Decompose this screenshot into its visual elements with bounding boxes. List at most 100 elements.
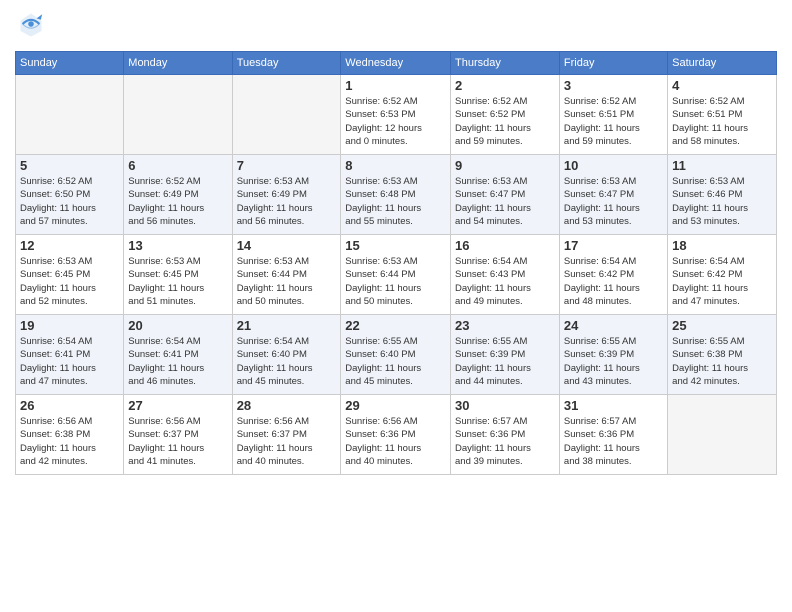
weekday-header: Sunday — [16, 52, 124, 75]
calendar-day-cell: 21 Sunrise: 6:54 AM Sunset: 6:40 PM Dayli… — [232, 315, 341, 395]
day-number: 25 — [672, 318, 772, 333]
day-info: Sunrise: 6:53 AM Sunset: 6:45 PM Dayligh… — [20, 255, 119, 308]
day-number: 14 — [237, 238, 337, 253]
calendar-day-cell: 17Sunrise: 6:54 AM Sunset: 6:42 PM Dayli… — [559, 235, 667, 315]
calendar-week-row: 1Sunrise: 6:52 AM Sunset: 6:53 PM Daylig… — [16, 75, 777, 155]
day-number: 12 — [20, 238, 119, 253]
weekday-header: Thursday — [451, 52, 560, 75]
day-info: Sunrise: 6:52 AM Sunset: 6:49 PM Dayligh… — [128, 175, 227, 228]
calendar-day-cell: 14 Sunrise: 6:53 AM Sunset: 6:44 PM Dayli… — [232, 235, 341, 315]
weekday-header: Wednesday — [341, 52, 451, 75]
day-number: 27 — [128, 398, 227, 413]
calendar-day-cell: 5 Sunrise: 6:52 AM Sunset: 6:50 PM Daylig… — [16, 155, 124, 235]
logo-icon — [17, 10, 45, 38]
day-number: 21 — [237, 318, 337, 333]
day-info: Sunrise: 6:56 AM Sunset: 6:37 PM Dayligh… — [237, 415, 337, 468]
day-info: Sunrise: 6:53 AM Sunset: 6:47 PM Dayligh… — [564, 175, 663, 228]
day-info: Sunrise: 6:57 AM Sunset: 6:36 PM Dayligh… — [455, 415, 555, 468]
day-info: Sunrise: 6:57 AM Sunset: 6:36 PM Dayligh… — [564, 415, 663, 468]
calendar-day-cell: 29Sunrise: 6:56 AM Sunset: 6:36 PM Dayli… — [341, 395, 451, 475]
calendar-day-cell: 27 Sunrise: 6:56 AM Sunset: 6:37 PM Dayli… — [124, 395, 232, 475]
day-number: 22 — [345, 318, 446, 333]
calendar-day-cell: 2Sunrise: 6:52 AM Sunset: 6:52 PM Daylig… — [451, 75, 560, 155]
calendar-day-cell — [16, 75, 124, 155]
day-info: Sunrise: 6:52 AM Sunset: 6:51 PM Dayligh… — [672, 95, 772, 148]
calendar-day-cell — [124, 75, 232, 155]
day-number: 4 — [672, 78, 772, 93]
calendar-day-cell: 8 Sunrise: 6:53 AM Sunset: 6:48 PM Daylig… — [341, 155, 451, 235]
calendar-table: SundayMondayTuesdayWednesdayThursdayFrid… — [15, 51, 777, 475]
day-number: 20 — [128, 318, 227, 333]
day-info: Sunrise: 6:53 AM Sunset: 6:44 PM Dayligh… — [345, 255, 446, 308]
calendar-week-row: 26 Sunrise: 6:56 AM Sunset: 6:38 PM Dayli… — [16, 395, 777, 475]
calendar-day-cell: 25 Sunrise: 6:55 AM Sunset: 6:38 PM Dayli… — [668, 315, 777, 395]
day-number: 28 — [237, 398, 337, 413]
weekday-header: Monday — [124, 52, 232, 75]
calendar-day-cell: 13 Sunrise: 6:53 AM Sunset: 6:45 PM Dayli… — [124, 235, 232, 315]
calendar-day-cell: 11 Sunrise: 6:53 AM Sunset: 6:46 PM Dayli… — [668, 155, 777, 235]
calendar-day-cell: 1Sunrise: 6:52 AM Sunset: 6:53 PM Daylig… — [341, 75, 451, 155]
day-number: 10 — [564, 158, 663, 173]
day-number: 29 — [345, 398, 446, 413]
day-number: 23 — [455, 318, 555, 333]
day-number: 26 — [20, 398, 119, 413]
day-info: Sunrise: 6:55 AM Sunset: 6:38 PM Dayligh… — [672, 335, 772, 388]
day-number: 8 — [345, 158, 446, 173]
calendar-header-row: SundayMondayTuesdayWednesdayThursdayFrid… — [16, 52, 777, 75]
calendar-day-cell: 23Sunrise: 6:55 AM Sunset: 6:39 PM Dayli… — [451, 315, 560, 395]
day-number: 11 — [672, 158, 772, 173]
calendar-day-cell: 24 Sunrise: 6:55 AM Sunset: 6:39 PM Dayli… — [559, 315, 667, 395]
day-number: 24 — [564, 318, 663, 333]
calendar-day-cell: 31 Sunrise: 6:57 AM Sunset: 6:36 PM Dayli… — [559, 395, 667, 475]
day-number: 13 — [128, 238, 227, 253]
calendar-day-cell: 7 Sunrise: 6:53 AM Sunset: 6:49 PM Daylig… — [232, 155, 341, 235]
calendar-week-row: 5 Sunrise: 6:52 AM Sunset: 6:50 PM Daylig… — [16, 155, 777, 235]
day-info: Sunrise: 6:55 AM Sunset: 6:40 PM Dayligh… — [345, 335, 446, 388]
weekday-header: Saturday — [668, 52, 777, 75]
calendar-day-cell: 4 Sunrise: 6:52 AM Sunset: 6:51 PM Daylig… — [668, 75, 777, 155]
day-info: Sunrise: 6:53 AM Sunset: 6:48 PM Dayligh… — [345, 175, 446, 228]
day-info: Sunrise: 6:55 AM Sunset: 6:39 PM Dayligh… — [564, 335, 663, 388]
day-number: 16 — [455, 238, 555, 253]
day-info: Sunrise: 6:54 AM Sunset: 6:43 PM Dayligh… — [455, 255, 555, 308]
day-info: Sunrise: 6:53 AM Sunset: 6:45 PM Dayligh… — [128, 255, 227, 308]
day-info: Sunrise: 6:54 AM Sunset: 6:41 PM Dayligh… — [128, 335, 227, 388]
calendar-week-row: 12 Sunrise: 6:53 AM Sunset: 6:45 PM Dayli… — [16, 235, 777, 315]
page: SundayMondayTuesdayWednesdayThursdayFrid… — [0, 0, 792, 612]
day-info: Sunrise: 6:53 AM Sunset: 6:44 PM Dayligh… — [237, 255, 337, 308]
day-info: Sunrise: 6:53 AM Sunset: 6:47 PM Dayligh… — [455, 175, 555, 228]
weekday-header: Tuesday — [232, 52, 341, 75]
calendar-day-cell: 3Sunrise: 6:52 AM Sunset: 6:51 PM Daylig… — [559, 75, 667, 155]
day-number: 9 — [455, 158, 555, 173]
calendar-day-cell: 12 Sunrise: 6:53 AM Sunset: 6:45 PM Dayli… — [16, 235, 124, 315]
day-number: 31 — [564, 398, 663, 413]
calendar-week-row: 19Sunrise: 6:54 AM Sunset: 6:41 PM Dayli… — [16, 315, 777, 395]
day-number: 30 — [455, 398, 555, 413]
day-number: 3 — [564, 78, 663, 93]
day-info: Sunrise: 6:56 AM Sunset: 6:37 PM Dayligh… — [128, 415, 227, 468]
day-number: 5 — [20, 158, 119, 173]
day-number: 18 — [672, 238, 772, 253]
calendar-day-cell — [232, 75, 341, 155]
day-info: Sunrise: 6:54 AM Sunset: 6:41 PM Dayligh… — [20, 335, 119, 388]
day-number: 2 — [455, 78, 555, 93]
calendar-day-cell — [668, 395, 777, 475]
day-info: Sunrise: 6:53 AM Sunset: 6:49 PM Dayligh… — [237, 175, 337, 228]
calendar-day-cell: 9 Sunrise: 6:53 AM Sunset: 6:47 PM Daylig… — [451, 155, 560, 235]
calendar-day-cell: 26 Sunrise: 6:56 AM Sunset: 6:38 PM Dayli… — [16, 395, 124, 475]
calendar-day-cell: 15Sunrise: 6:53 AM Sunset: 6:44 PM Dayli… — [341, 235, 451, 315]
day-info: Sunrise: 6:56 AM Sunset: 6:38 PM Dayligh… — [20, 415, 119, 468]
calendar-day-cell: 18Sunrise: 6:54 AM Sunset: 6:42 PM Dayli… — [668, 235, 777, 315]
logo — [15, 10, 45, 43]
day-info: Sunrise: 6:54 AM Sunset: 6:42 PM Dayligh… — [564, 255, 663, 308]
day-info: Sunrise: 6:53 AM Sunset: 6:46 PM Dayligh… — [672, 175, 772, 228]
calendar-day-cell: 19Sunrise: 6:54 AM Sunset: 6:41 PM Dayli… — [16, 315, 124, 395]
day-info: Sunrise: 6:54 AM Sunset: 6:40 PM Dayligh… — [237, 335, 337, 388]
calendar-day-cell: 22 Sunrise: 6:55 AM Sunset: 6:40 PM Dayli… — [341, 315, 451, 395]
calendar-day-cell: 20 Sunrise: 6:54 AM Sunset: 6:41 PM Dayli… — [124, 315, 232, 395]
day-number: 7 — [237, 158, 337, 173]
calendar-day-cell: 10 Sunrise: 6:53 AM Sunset: 6:47 PM Dayli… — [559, 155, 667, 235]
weekday-header: Friday — [559, 52, 667, 75]
day-number: 1 — [345, 78, 446, 93]
day-info: Sunrise: 6:52 AM Sunset: 6:50 PM Dayligh… — [20, 175, 119, 228]
